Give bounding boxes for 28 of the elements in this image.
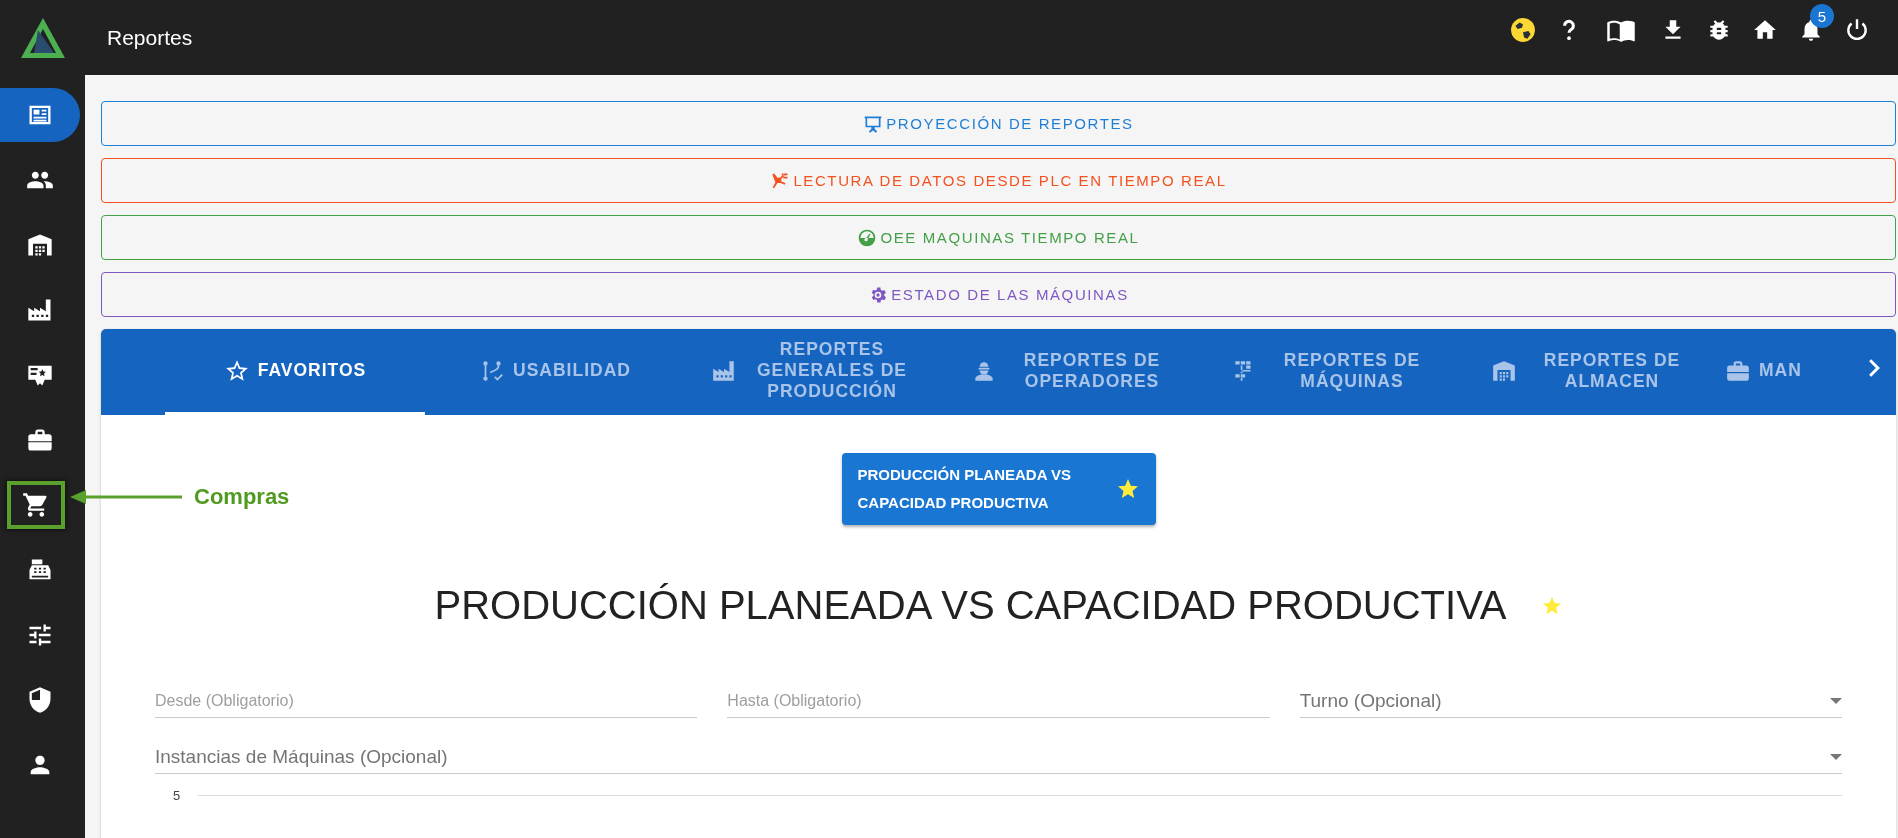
- notification-badge: 5: [1810, 4, 1834, 28]
- scroll-right-button[interactable]: [1869, 359, 1880, 377]
- power-icon[interactable]: [1844, 17, 1870, 43]
- tab[interactable]: REPORTES GENERALES DE PRODUCCIÓN: [685, 329, 945, 415]
- tab[interactable]: USABILIDAD: [425, 329, 685, 415]
- report-link[interactable]: ESTADO DE LAS MÁQUINAS: [101, 272, 1896, 317]
- sidebar-item[interactable]: [7, 480, 65, 529]
- annotation-label: Compras: [194, 484, 290, 510]
- speedometer-icon: [857, 227, 878, 248]
- favorite-report-button[interactable]: PRODUCCIÓN PLANEADA VS CAPACIDAD PRODUCTIVA: [841, 453, 1156, 525]
- select-field[interactable]: Turno (Opcional): [1299, 684, 1842, 718]
- report-title: PRODUCCIÓN PLANEADA VS CAPACIDAD PRODUCTIVA: [434, 583, 1507, 628]
- axis-tick-label: 5: [173, 788, 181, 803]
- date-field[interactable]: Hasta (Obligatorio): [727, 684, 1270, 718]
- report-link[interactable]: LECTURA DE DATOS DESDE PLC EN TIEMPO REAL: [101, 158, 1896, 203]
- date-field[interactable]: Desde (Obligatorio): [155, 684, 698, 718]
- tab[interactable]: REPORTES DE MÁQUINAS: [1205, 329, 1465, 415]
- chevron-right-icon: [1869, 359, 1880, 377]
- tab[interactable]: MAN: [1725, 329, 1805, 415]
- page-title: Reportes: [107, 25, 193, 50]
- globe-icon[interactable]: [1510, 17, 1536, 43]
- sidebar-item[interactable]: [0, 87, 80, 142]
- report-link[interactable]: OEE MAQUINAS TIEMPO REAL: [101, 215, 1896, 260]
- report-link[interactable]: PROYECCIÓN DE REPORTES: [101, 101, 1896, 146]
- select-field[interactable]: Instancias de Máquinas (Opcional): [155, 740, 1842, 774]
- tab[interactable]: FAVORITOS: [165, 329, 425, 415]
- tab[interactable]: REPORTES DE ALMACEN: [1465, 329, 1725, 415]
- tab[interactable]: REPORTES DE OPERADORES: [945, 329, 1205, 415]
